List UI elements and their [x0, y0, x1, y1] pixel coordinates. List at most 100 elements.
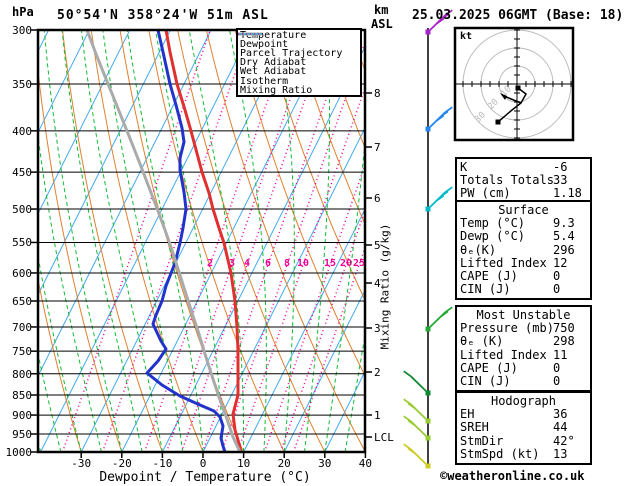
- panel-row-label: EH: [460, 407, 475, 422]
- asl-unit-label: ASL: [371, 17, 393, 31]
- hodograph-marker: [515, 85, 521, 91]
- panel-row-label: Lifted Index: [460, 347, 547, 362]
- panel-row-value: 42°: [553, 433, 575, 448]
- panel-block-surface: Surface Temp (°C) 9.3 Dewp (°C) 5.4 θₑ(K) 296 L…: [455, 200, 592, 301]
- panel-row-value: 0: [553, 282, 561, 297]
- panel-block-title: Hodograph: [490, 394, 557, 408]
- hodograph-unit-label: kt: [460, 31, 473, 42]
- pressure-unit-label: hPa: [12, 5, 34, 19]
- pressure-tick-label: 650: [12, 295, 32, 308]
- panel-row-value: 5.4: [553, 229, 575, 244]
- panel-row-label: θₑ(K): [460, 242, 497, 257]
- pressure-tick-label: 800: [12, 367, 32, 381]
- panel-row-value: 1.18: [553, 186, 582, 201]
- panel-row-label: StmDir: [460, 433, 504, 448]
- panel-row-label: SREH: [460, 420, 489, 435]
- pressure-tick-label: 750: [12, 345, 32, 359]
- wet-adiabat-line: [80, 30, 163, 452]
- mixing-ratio-value-label: 25: [352, 258, 366, 269]
- panel-row-value: 13: [553, 446, 568, 461]
- panel-row-label: CIN (J): [460, 282, 511, 297]
- panel-row-value: 298: [553, 334, 575, 349]
- panel-row-label: StmSpd (kt): [460, 446, 540, 461]
- legend-item: Mixing Ratio: [238, 33, 360, 96]
- temperature-axis-title: Dewpoint / Temperature (°C): [99, 470, 311, 485]
- panel-row: StmSpd (kt) 13: [460, 446, 587, 461]
- panel-row-label: CAPE (J): [460, 269, 518, 284]
- panel-row-label: Lifted Index: [460, 255, 547, 270]
- wet-adiabat-line: [43, 30, 123, 452]
- km-tick-label: 6: [374, 192, 381, 205]
- panel-row-label: PW (cm): [460, 186, 511, 201]
- series-parcel-trajectory: [85, 30, 242, 452]
- temp-tick-label: 20: [277, 457, 291, 470]
- panel-row-label: CAPE (J): [460, 360, 518, 375]
- legend-swatch-mixing-ratio: [238, 33, 262, 35]
- panel-row-label: Dewp (°C): [460, 229, 526, 244]
- copyright-label: ©weatheronline.co.uk: [440, 469, 585, 483]
- mixing-ratio-line: [61, 30, 211, 452]
- temp-tick-label: 40: [358, 457, 373, 470]
- pressure-tick-label: 550: [12, 236, 32, 250]
- pressure-tick-label: 500: [12, 203, 32, 217]
- panel-row-value: 296: [553, 242, 575, 257]
- hodograph-marker: [495, 119, 501, 125]
- temp-tick-label: -20: [111, 457, 132, 470]
- panel-row-label: θₑ (K): [460, 334, 504, 349]
- mixing-ratio-line: [101, 30, 251, 452]
- panel-row-label: CIN (J): [460, 374, 511, 389]
- wind-barb: [425, 186, 453, 212]
- panel-row-value: 44: [553, 420, 568, 435]
- legend: Temperature Dewpoint Parcel Trajectory Dry …: [236, 28, 362, 97]
- km-unit-label: km: [374, 3, 389, 17]
- pressure-tick-label: 600: [12, 266, 32, 280]
- panel-row-label: Pressure (mb): [460, 321, 554, 336]
- panel-row-value: 11: [553, 347, 568, 362]
- panel-block: K -6 Totals Totals 33 PW (cm) 1.18: [455, 157, 592, 205]
- pressure-tick-label: 450: [12, 166, 32, 180]
- panel-block-most-unstable: Most Unstable Pressure (mb) 750 θₑ (K) 298 Li…: [455, 305, 592, 393]
- series-temperature: [164, 30, 243, 452]
- pressure-tick-label: 400: [12, 124, 32, 138]
- pressure-tick-label: 850: [12, 389, 32, 403]
- temp-tick-label: -10: [152, 457, 173, 470]
- panel-block-hodograph: Hodograph EH 36 SREH 44 StmDir 42° StmSpd (kt) 1…: [455, 391, 592, 466]
- pressure-tick-label: 300: [12, 24, 32, 37]
- panel-row-label: K: [460, 160, 468, 174]
- temp-tick-label: 30: [318, 457, 332, 470]
- mixing-ratio-value-label: 2: [206, 258, 214, 269]
- dry-adiabat-line: [38, 66, 123, 452]
- wind-barb: [425, 306, 453, 332]
- pressure-tick-label: 350: [12, 78, 32, 92]
- pressure-tick-label: 1000: [5, 445, 33, 459]
- wind-barb: [403, 370, 431, 396]
- panel-row: CIN (J) 0: [460, 374, 587, 389]
- pressure-tick-label: 950: [12, 428, 32, 441]
- panel-row-value: 0: [553, 374, 561, 389]
- wind-barb: [425, 106, 453, 132]
- run-date-label: 25.03.2025 06GMT (Base: 18): [412, 8, 624, 23]
- wind-barb: [403, 443, 431, 469]
- series-dewpoint: [145, 30, 227, 452]
- mixing-ratio-axis-title: Mixing Ratio (g/kg): [378, 223, 392, 350]
- legend-label: Mixing Ratio: [240, 84, 313, 96]
- km-tick-label: LCL: [374, 431, 394, 444]
- km-tick-label: 8: [374, 87, 381, 100]
- skewt-sounding-page: 10 20 30 hPa 50°54'N 358°24'W 51m ASL km A…: [0, 0, 629, 486]
- isotherm-line: [40, 30, 253, 452]
- km-tick-label: 2: [374, 366, 381, 379]
- hodograph-plot: 102030: [455, 28, 573, 140]
- station-title: 50°54'N 358°24'W 51m ASL: [57, 8, 269, 23]
- temp-tick-label: -30: [71, 457, 92, 470]
- temp-tick-label: 0: [199, 457, 207, 470]
- panel-row-label: Totals Totals: [460, 173, 554, 188]
- panel-row: PW (cm) 1.18: [460, 187, 587, 200]
- pressure-tick-label: 900: [12, 409, 32, 423]
- mixing-ratio-value-label: 10: [296, 258, 310, 269]
- panel-row-label: Temp (°C): [460, 216, 526, 231]
- km-tick-label: 7: [374, 141, 381, 154]
- km-tick-label: 1: [374, 409, 381, 422]
- panel-row: CIN (J) 0: [460, 283, 587, 296]
- temp-tick-label: 10: [236, 457, 251, 470]
- pressure-tick-label: 700: [12, 320, 32, 334]
